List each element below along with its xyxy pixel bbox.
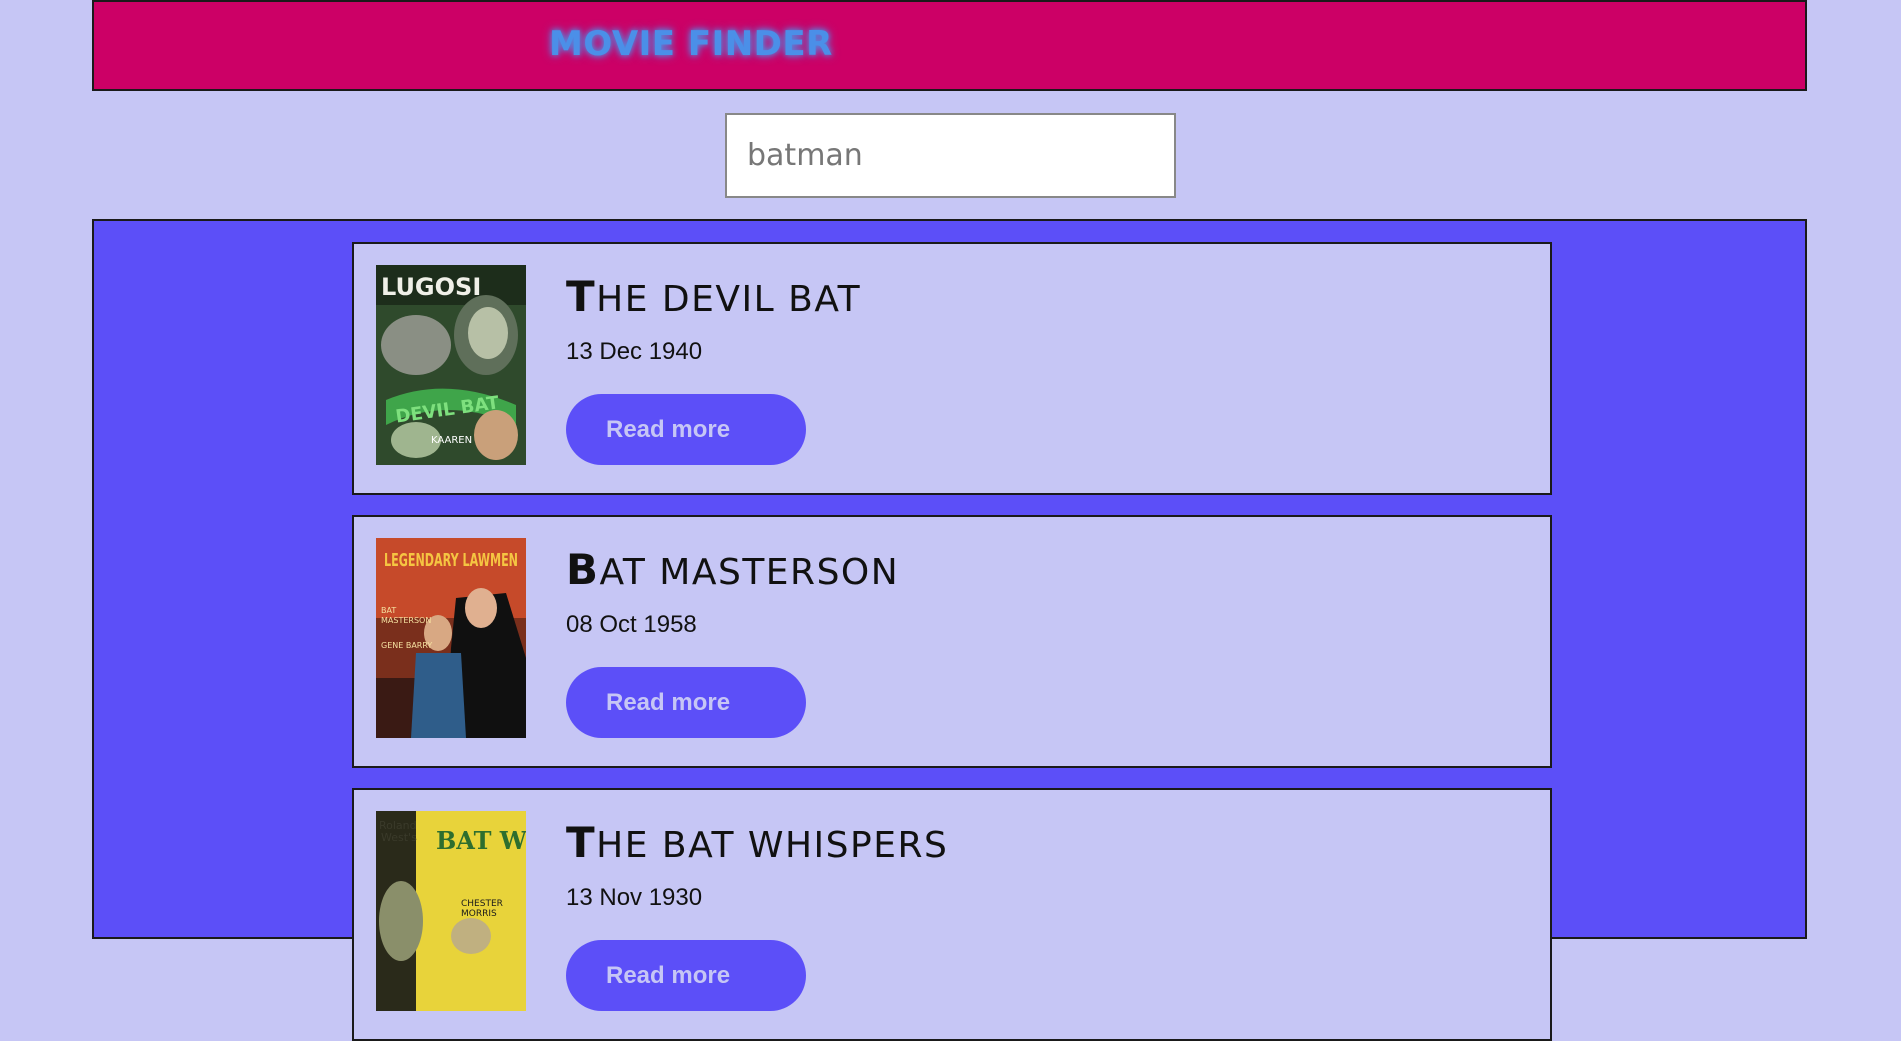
app-header: MOVIE FINDER	[92, 0, 1807, 91]
read-more-button[interactable]: Read more	[566, 940, 806, 1011]
movie-release-date: 08 Oct 1958	[566, 611, 697, 638]
movie-card: Roland West's BAT Whispers CHESTER MORRI…	[352, 788, 1552, 1041]
svg-text:BAT Whispers: BAT Whispers	[436, 826, 526, 855]
app-logo[interactable]: MOVIE FINDER	[549, 24, 833, 64]
movie-release-date: 13 Nov 1930	[566, 884, 703, 911]
search-input[interactable]	[725, 113, 1176, 198]
movie-poster: LUGOSI DEVIL BAT KAAREN	[376, 265, 526, 465]
svg-text:LEGENDARY LAWMEN: LEGENDARY LAWMEN	[384, 550, 518, 571]
svg-text:LUGOSI: LUGOSI	[381, 273, 481, 301]
movie-release-date: 13 Dec 1940	[566, 338, 703, 365]
search-box	[725, 113, 1176, 198]
svg-text:MASTERSON: MASTERSON	[381, 616, 431, 625]
movie-card: LEGENDARY LAWMEN BAT MASTERSON GENE BARR…	[352, 515, 1552, 768]
svg-text:BAT: BAT	[381, 606, 396, 615]
read-more-button[interactable]: Read more	[566, 394, 806, 465]
movie-title: THE DEVIL BAT	[566, 272, 862, 321]
read-more-button[interactable]: Read more	[566, 667, 806, 738]
movie-title: BAT MASTERSON	[566, 545, 900, 594]
svg-text:GENE BARRY: GENE BARRY	[381, 641, 432, 650]
svg-text:CHESTER: CHESTER	[461, 899, 503, 909]
results-panel: LUGOSI DEVIL BAT KAAREN THE DEVIL BAT 13…	[92, 219, 1807, 1041]
movie-card: LUGOSI DEVIL BAT KAAREN THE DEVIL BAT 13…	[352, 242, 1552, 495]
movie-title: THE BAT WHISPERS	[566, 818, 949, 867]
movie-poster: Roland West's BAT Whispers CHESTER MORRI…	[376, 811, 526, 1011]
movie-poster: LEGENDARY LAWMEN BAT MASTERSON GENE BARR…	[376, 538, 526, 738]
svg-text:West's: West's	[381, 831, 417, 844]
svg-text:KAAREN: KAAREN	[431, 435, 472, 446]
svg-text:MORRIS: MORRIS	[461, 909, 497, 919]
